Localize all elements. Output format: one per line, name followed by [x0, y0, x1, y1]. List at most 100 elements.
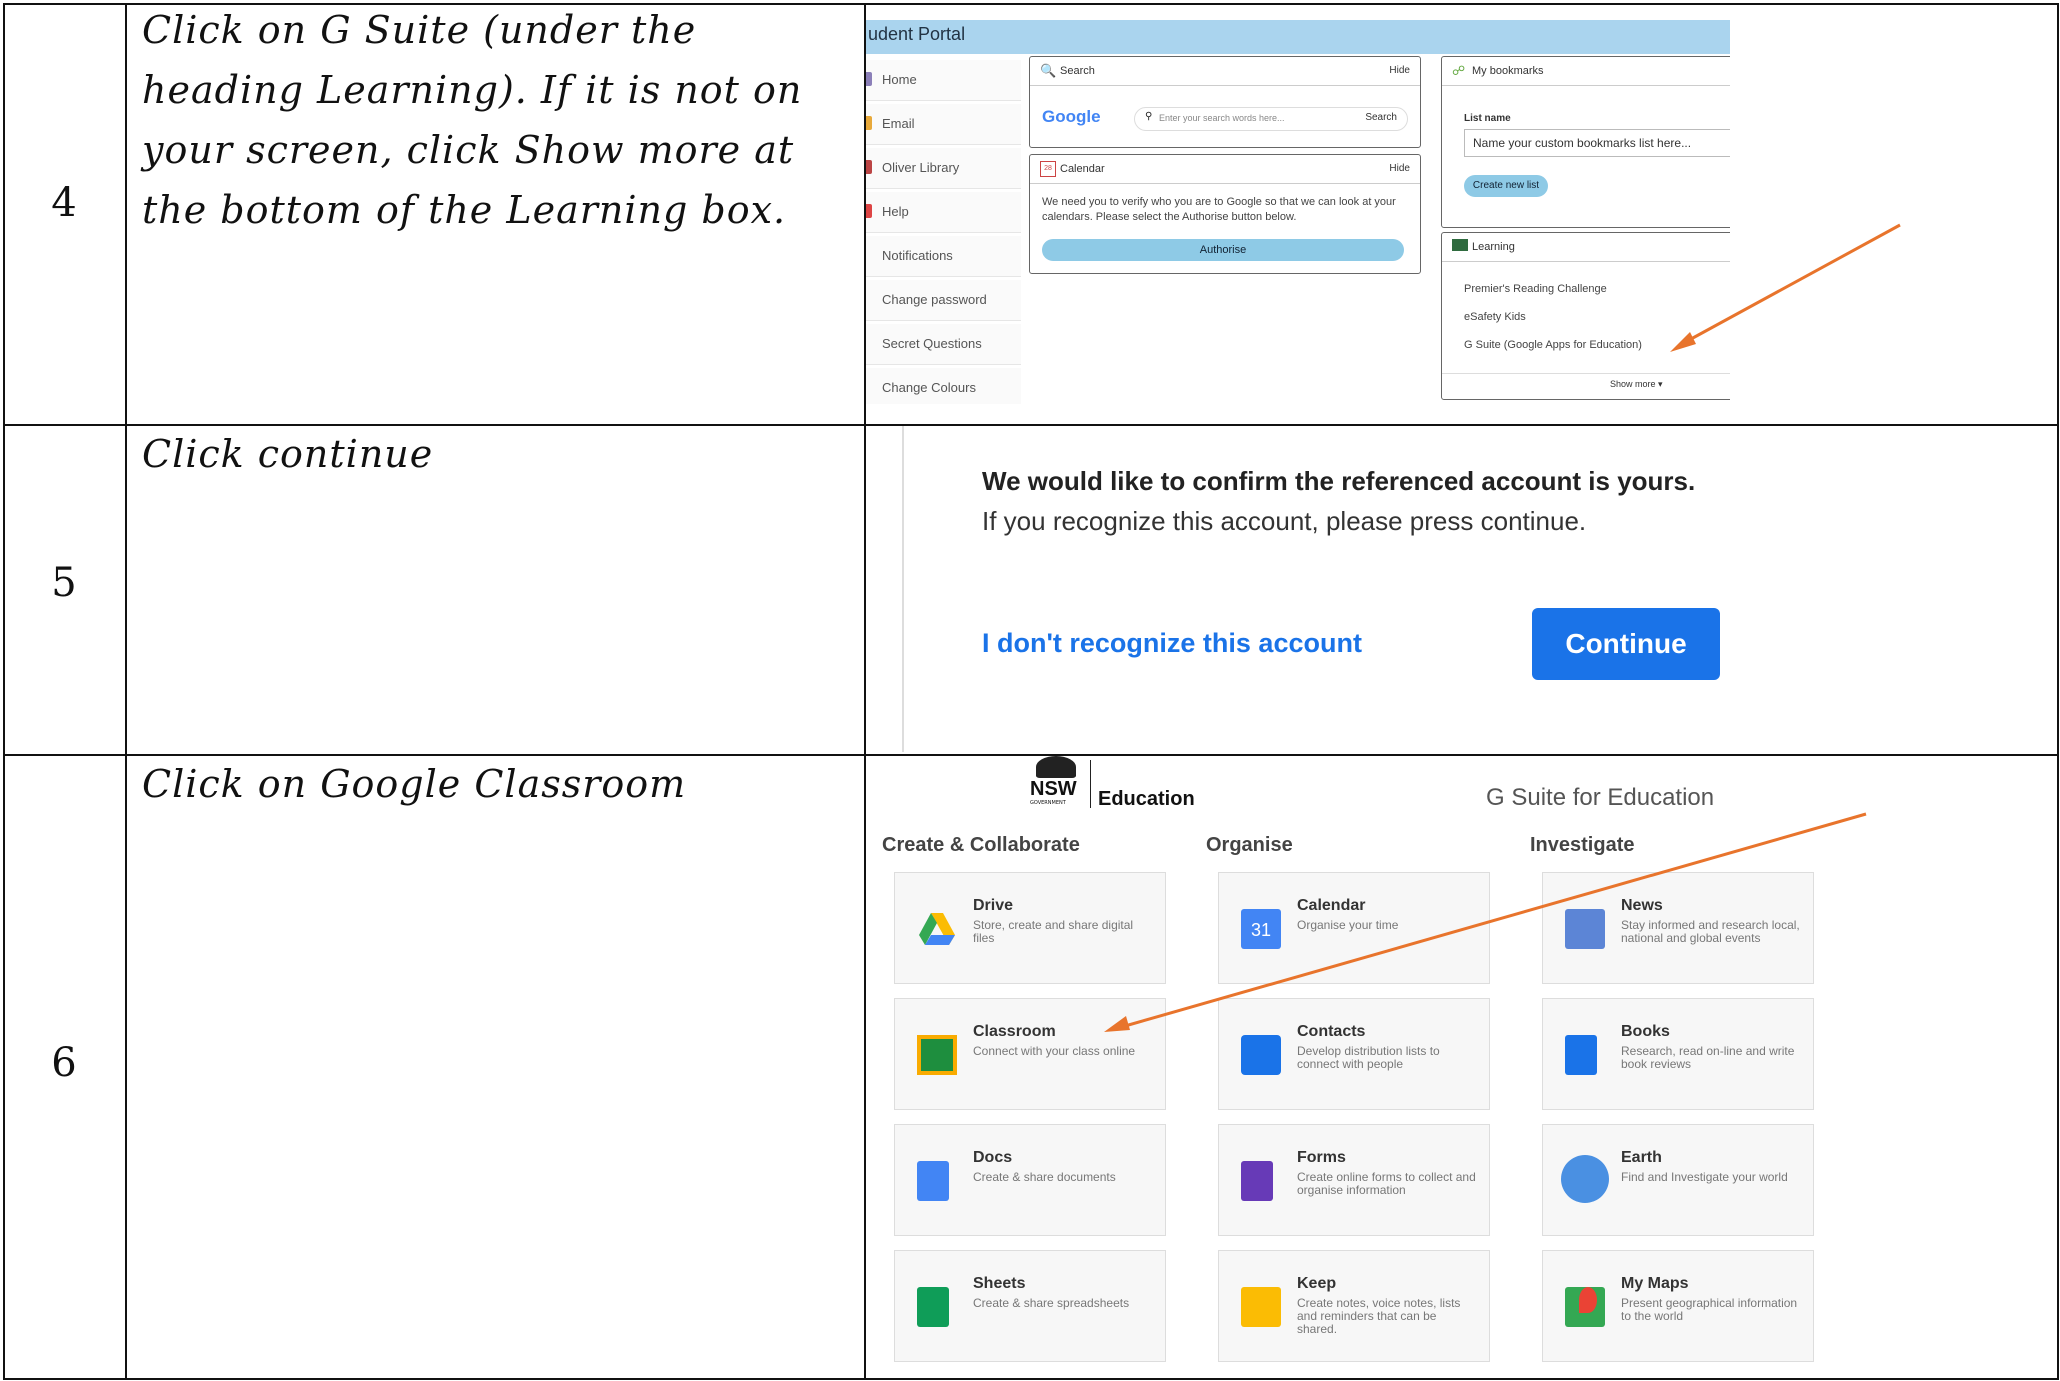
- list-name-input[interactable]: Name your custom bookmarks list here...: [1464, 129, 1730, 157]
- docs-icon: [917, 1161, 949, 1201]
- app-name: Forms: [1297, 1149, 1346, 1166]
- drive-icon: [919, 913, 955, 945]
- home-icon: [866, 72, 872, 86]
- app-card-my-maps[interactable]: My Maps Present geographical information…: [1542, 1250, 1814, 1362]
- bookmarks-widget-title: My bookmarks: [1472, 65, 1544, 77]
- learning-widget-title: Learning: [1472, 241, 1515, 253]
- search-widget-title: Search: [1060, 65, 1095, 77]
- nsw-logo: NSW GOVERNMENT: [1030, 756, 1082, 808]
- sidebar-item-home[interactable]: Home: [866, 60, 1021, 101]
- calendar-widget: 28 Calendar Hide We need you to verify w…: [1029, 154, 1421, 274]
- confirm-heading: We would like to confirm the referenced …: [982, 466, 1696, 496]
- learning-link[interactable]: Premier's Reading Challenge: [1464, 283, 1607, 295]
- keep-icon: [1241, 1287, 1281, 1327]
- app-name: Sheets: [973, 1275, 1026, 1292]
- step-instruction: Click on G Suite (under the heading Lear…: [142, 8, 803, 232]
- list-name-label: List name: [1464, 113, 1511, 124]
- table-border-right: [2057, 3, 2059, 1380]
- step-number: 6: [51, 1040, 77, 1086]
- app-name: Earth: [1621, 1149, 1662, 1166]
- sidebar-item-change-colours[interactable]: Change Colours: [866, 368, 1021, 404]
- learning-link[interactable]: eSafety Kids: [1464, 311, 1526, 323]
- app-card-keep[interactable]: Keep Create notes, voice notes, lists an…: [1218, 1250, 1490, 1362]
- table-border-bottom: [3, 1378, 2059, 1380]
- hide-button[interactable]: Hide: [1389, 163, 1410, 174]
- table-divider-number: [125, 3, 127, 1380]
- app-description: Connect with your class online: [973, 1044, 1136, 1058]
- email-icon: [866, 116, 872, 130]
- library-icon: [866, 160, 872, 174]
- step-instruction: Click on Google Classroom: [142, 762, 687, 806]
- column-heading: Create & Collaborate: [882, 834, 1080, 856]
- calendar-widget-header: 28 Calendar Hide: [1030, 155, 1420, 184]
- hide-button[interactable]: Hide: [1389, 65, 1410, 76]
- portal-screenshot: udent Portal Home Email Oliver Library H…: [866, 20, 1730, 404]
- bookmark-icon: ☍: [1452, 63, 1466, 78]
- step-number: 5: [51, 560, 77, 606]
- bookmarks-widget: ☍ My bookmarks List name Name your custo…: [1441, 56, 1730, 228]
- not-my-account-link[interactable]: I don't recognize this account: [982, 628, 1362, 659]
- search-widget-header: 🔍 Search Hide: [1030, 57, 1420, 86]
- books-icon: [1565, 1035, 1597, 1075]
- app-description: Research, read on-line and write book re…: [1621, 1044, 1795, 1071]
- authorise-button[interactable]: Authorise: [1042, 239, 1404, 261]
- maps-icon: [1565, 1287, 1605, 1327]
- sidebar-item-email[interactable]: Email: [866, 104, 1021, 145]
- app-description: Create notes, voice notes, lists and rem…: [1297, 1296, 1461, 1336]
- sheets-icon: [917, 1287, 949, 1327]
- portal-header: udent Portal: [866, 20, 1730, 54]
- step-number: 4: [51, 180, 77, 226]
- show-more-button[interactable]: Show more ▾: [1610, 379, 1663, 390]
- nsw-logo-text: NSW: [1030, 778, 1077, 800]
- google-logo: Google: [1042, 107, 1101, 126]
- app-name: Keep: [1297, 1275, 1337, 1292]
- app-card-earth[interactable]: Earth Find and Investigate your world: [1542, 1124, 1814, 1236]
- learning-link-gsuite[interactable]: G Suite (Google Apps for Education): [1464, 339, 1642, 351]
- app-description: Find and Investigate your world: [1621, 1170, 1788, 1184]
- confirm-account-screenshot: We would like to confirm the referenced …: [866, 426, 2056, 752]
- waratah-icon: [1036, 756, 1076, 778]
- search-bar-icon: ⚲: [1145, 111, 1153, 122]
- sidebar-item-secret-questions[interactable]: Secret Questions: [866, 324, 1021, 365]
- app-name: My Maps: [1621, 1275, 1689, 1292]
- sidebar-item-change-password[interactable]: Change password: [866, 280, 1021, 321]
- nsw-logo-subtext: GOVERNMENT: [1030, 800, 1066, 806]
- search-bar: ⚲ Enter your search words here... Search: [1134, 107, 1408, 131]
- app-description: Develop distribution lists to connect wi…: [1297, 1044, 1440, 1071]
- search-icon: 🔍: [1040, 63, 1057, 78]
- bookmarks-widget-header: ☍ My bookmarks: [1442, 57, 1730, 86]
- portal-title: udent Portal: [868, 24, 966, 44]
- app-name: Classroom: [973, 1023, 1056, 1040]
- search-input[interactable]: Enter your search words here...: [1159, 113, 1285, 123]
- create-list-button[interactable]: Create new list: [1464, 175, 1548, 197]
- step-instruction: Click continue: [142, 432, 434, 476]
- search-widget: 🔍 Search Hide Google ⚲ Enter your search…: [1029, 56, 1421, 148]
- app-card-docs[interactable]: Docs Create & share documents: [894, 1124, 1166, 1236]
- classroom-icon: [917, 1035, 957, 1075]
- sidebar-item-help[interactable]: Help: [866, 192, 1021, 233]
- forms-icon: [1241, 1161, 1273, 1201]
- app-card-sheets[interactable]: Sheets Create & share spreadsheets: [894, 1250, 1166, 1362]
- app-description: Present geographical information to the …: [1621, 1296, 1798, 1323]
- app-card-forms[interactable]: Forms Create online forms to collect and…: [1218, 1124, 1490, 1236]
- continue-button[interactable]: Continue: [1532, 608, 1720, 680]
- help-icon: [866, 204, 872, 218]
- sidebar-item-library[interactable]: Oliver Library: [866, 148, 1021, 189]
- app-description: Create & share documents: [973, 1170, 1116, 1184]
- sidebar-item-notifications[interactable]: Notifications: [866, 236, 1021, 277]
- calendar-widget-title: Calendar: [1060, 163, 1105, 175]
- search-button[interactable]: Search: [1365, 112, 1397, 123]
- calendar-message: We need you to verify who you are to Goo…: [1042, 196, 1396, 223]
- pointer-arrow: [1104, 812, 1867, 1032]
- earth-icon: [1561, 1155, 1609, 1203]
- app-name: Docs: [973, 1149, 1013, 1166]
- pointer-arrow: [1670, 223, 1901, 352]
- app-description: Create online forms to collect and organ…: [1297, 1170, 1476, 1197]
- contacts-icon: [1241, 1035, 1281, 1075]
- app-name: Drive: [973, 897, 1014, 914]
- learning-icon: [1452, 239, 1468, 251]
- calendar-icon: 28: [1040, 161, 1056, 177]
- app-description: Create & share spreadsheets: [973, 1296, 1130, 1310]
- confirm-subtext: If you recognize this account, please pr…: [982, 506, 1587, 536]
- panel-divider: [902, 426, 904, 752]
